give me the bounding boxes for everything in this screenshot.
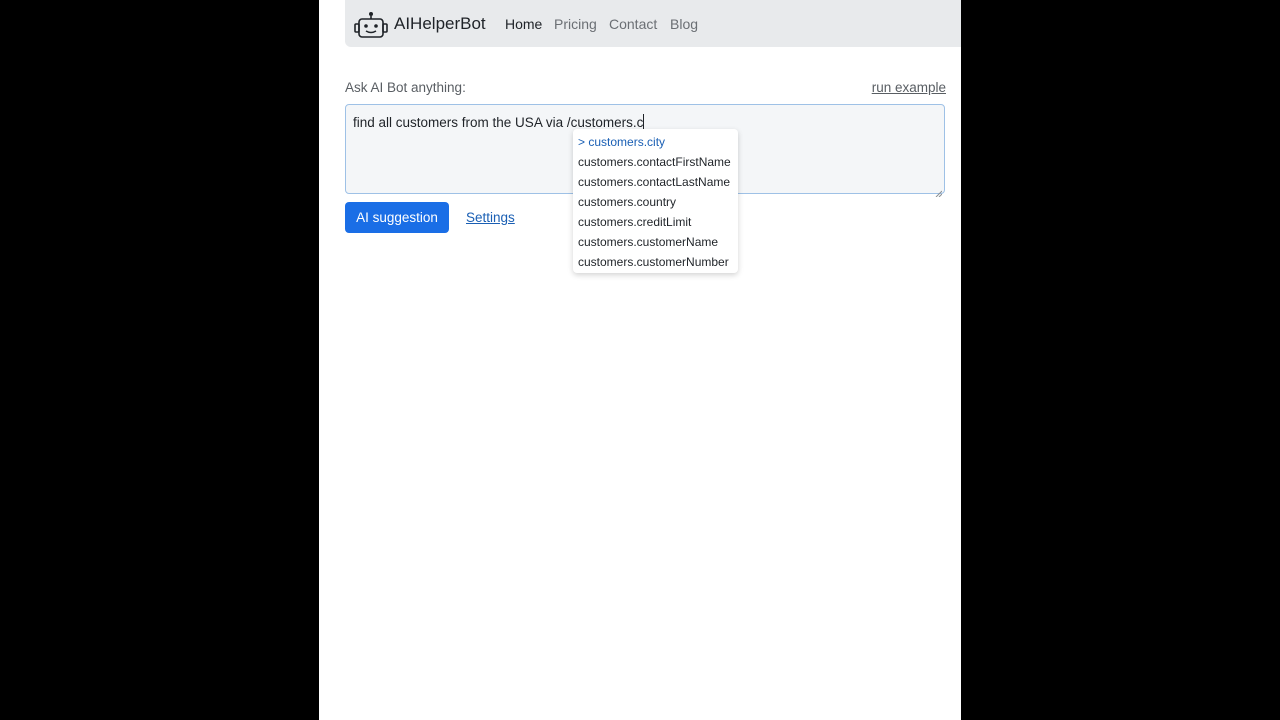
nav-link-blog[interactable]: Blog — [670, 16, 698, 32]
nav-link-contact[interactable]: Contact — [609, 16, 657, 32]
autocomplete-item[interactable]: customers.contactFirstName — [573, 152, 738, 172]
resize-grip-icon[interactable] — [935, 184, 943, 198]
ai-suggestion-button[interactable]: AI suggestion — [345, 202, 449, 233]
autocomplete-item[interactable]: customers.customerNumber — [573, 252, 738, 272]
autocomplete-item[interactable]: customers.country — [573, 192, 738, 212]
nav-link-pricing[interactable]: Pricing — [554, 16, 597, 32]
autocomplete-item[interactable]: customers.contactLastName — [573, 172, 738, 192]
brand-name[interactable]: AIHelperBot — [394, 14, 486, 34]
ask-label: Ask AI Bot anything: — [345, 80, 466, 95]
navbar: AIHelperBot Home Pricing Contact Blog — [345, 0, 961, 47]
robot-icon[interactable] — [354, 11, 388, 39]
nav-link-home[interactable]: Home — [505, 16, 542, 32]
run-example-link[interactable]: run example — [872, 80, 946, 96]
autocomplete-item[interactable]: customers.customerName — [573, 232, 738, 252]
autocomplete-item[interactable]: > customers.city — [573, 132, 738, 152]
page: AIHelperBot Home Pricing Contact Blog As… — [319, 0, 961, 720]
query-value: find all customers from the USA via /cus… — [353, 115, 644, 130]
autocomplete-dropdown: > customers.city customers.contactFirstN… — [573, 129, 738, 273]
text-caret — [643, 114, 645, 129]
settings-link[interactable]: Settings — [466, 210, 515, 226]
autocomplete-item[interactable]: customers.creditLimit — [573, 212, 738, 232]
